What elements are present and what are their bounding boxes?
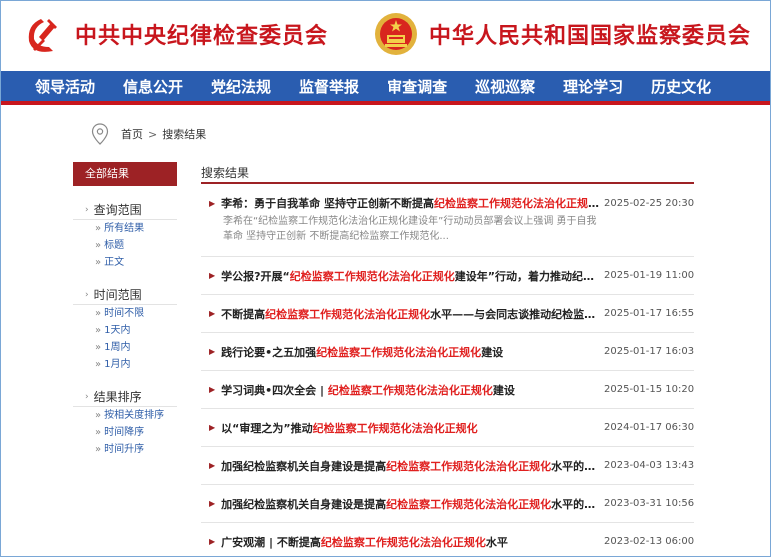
filter-group-scope: › 查询范围 » 所有结果 » 标题 » 正文	[73, 200, 177, 271]
triangle-bullet-icon: ▶	[209, 385, 216, 394]
nav-item-leadership[interactable]: 领导活动	[35, 76, 95, 97]
result-date: 2025-02-25 20:30	[604, 197, 695, 209]
nav-item-history[interactable]: 历史文化	[651, 76, 711, 97]
breadcrumb-home[interactable]: 首页	[121, 126, 143, 142]
breadcrumb: 首页 > 搜索结果	[91, 123, 206, 145]
triangle-bullet-icon: ▶	[209, 198, 216, 208]
filter-option-1-day[interactable]: » 1天内	[73, 322, 177, 339]
nav-item-investigation[interactable]: 审查调查	[387, 76, 447, 97]
ccdi-brand[interactable]: 中共中央纪律检查委员会	[19, 11, 328, 57]
result-item: ▶ 加强纪检监察机关自身建设是提高纪检监察工作规范化法治化正规化水平的内... …	[201, 485, 694, 523]
search-results: 搜索结果 ▶ 李希：勇于自我革命 坚持守正创新不断提高纪检监察工作规范化法治化正…	[201, 162, 695, 556]
nav-item-regulations[interactable]: 党纪法规	[211, 76, 271, 97]
site-header: 中共中央纪律检查委员会 中华人民共和国国家监察委员会	[1, 1, 770, 71]
triangle-bullet-icon: ▶	[209, 347, 216, 356]
nsc-title: 中华人民共和国国家监察委员会	[429, 23, 752, 49]
result-date: 2025-01-15 10:20	[604, 384, 695, 395]
result-date: 2025-01-19 11:00	[604, 270, 695, 281]
result-date: 2023-02-13 06:00	[604, 536, 695, 547]
all-results-tab[interactable]: 全部结果	[73, 162, 177, 186]
result-item: ▶ 学习词典•四次全会 | 纪检监察工作规范化法治化正规化建设 2025-01-…	[201, 371, 694, 409]
result-date: 2023-04-03 13:43	[604, 460, 695, 471]
result-item: ▶ 广安观潮 | 不断提高纪检监察工作规范化法治化正规化水平 2023-02-1…	[201, 523, 695, 556]
result-title[interactable]: 李希：勇于自我革命 坚持守正创新不断提高纪检监察工作规范化法治化正规化...	[221, 195, 604, 211]
filter-group-sort: › 结果排序 » 按相关度排序 » 时间降序 » 时间升序	[73, 387, 177, 458]
result-date: 2024-01-17 06:30	[604, 422, 695, 433]
filter-sidebar: 全部结果 › 查询范围 » 所有结果 » 标题 » 正文 › 时间范围 » 时间不限 » 1天…	[73, 162, 177, 458]
result-title[interactable]: 加强纪检监察机关自身建设是提高纪检监察工作规范化法治化正规化水平的内...	[221, 496, 604, 512]
result-title[interactable]: 学习词典•四次全会 | 纪检监察工作规范化法治化正规化建设	[221, 382, 604, 398]
nsc-brand[interactable]: 中华人民共和国国家监察委员会	[373, 11, 751, 57]
result-snippet: 李希在“纪检监察工作规范化法治化正规化建设年”行动动员部署会议上强调 勇于自我革…	[223, 216, 597, 242]
result-title[interactable]: 以“审理之为”推动纪检监察工作规范化法治化正规化	[221, 420, 604, 436]
breadcrumb-separator: >	[148, 127, 158, 141]
triangle-bullet-icon: ▶	[209, 309, 216, 318]
nav-item-info[interactable]: 信息公开	[123, 76, 183, 97]
nav-item-inspection[interactable]: 巡视巡察	[475, 76, 535, 97]
filter-group-title: › 查询范围	[73, 200, 177, 220]
sort-option-relevance[interactable]: » 按相关度排序	[73, 407, 177, 424]
ccdi-title: 中共中央纪律检查委员会	[75, 23, 329, 49]
nav-item-report[interactable]: 监督举报	[299, 76, 359, 97]
sort-option-time-desc[interactable]: » 时间降序	[73, 424, 177, 441]
sort-option-time-asc[interactable]: » 时间升序	[73, 441, 177, 458]
result-item: ▶ 学公报?开展“纪检监察工作规范化法治化正规化建设年”行动，着力推动纪检...…	[201, 257, 694, 295]
results-header: 搜索结果	[201, 162, 694, 184]
filter-option-title[interactable]: » 标题	[73, 237, 177, 254]
result-title[interactable]: 践行论要•之五加强纪检监察工作规范化法治化正规化建设	[221, 344, 604, 360]
location-pin-icon	[91, 123, 109, 145]
result-item: ▶ 践行论要•之五加强纪检监察工作规范化法治化正规化建设 2025-01-17 …	[201, 333, 694, 371]
breadcrumb-current: 搜索结果	[162, 128, 207, 141]
result-item: ▶ 加强纪检监察机关自身建设是提高纪检监察工作规范化法治化正规化水平的内... …	[201, 447, 694, 485]
result-date: 2025-01-17 16:03	[604, 346, 695, 357]
triangle-bullet-icon: ▶	[209, 461, 216, 470]
filter-option-1-month[interactable]: » 1月内	[73, 356, 177, 373]
result-date: 2023-03-31 10:56	[604, 498, 695, 509]
page-frame: 中共中央纪律检查委员会 中华人民共和国国家监察委员会 领导活动 信息公开 党纪法…	[0, 0, 771, 557]
result-title[interactable]: 加强纪检监察机关自身建设是提高纪检监察工作规范化法治化正规化水平的内...	[221, 458, 604, 474]
party-emblem-icon	[28, 19, 57, 52]
result-item: ▶ 李希：勇于自我革命 坚持守正创新不断提高纪检监察工作规范化法治化正规化...…	[201, 192, 694, 257]
result-item: ▶ 不断提高纪检监察工作规范化法治化正规化水平——与会同志谈推动纪检监察... …	[201, 295, 694, 333]
triangle-bullet-icon: ▶	[209, 423, 216, 432]
filter-group-time: › 时间范围 » 时间不限 » 1天内 » 1周内 » 1月内	[73, 285, 177, 373]
triangle-bullet-icon: ▶	[209, 537, 216, 546]
filter-option-all[interactable]: » 所有结果	[73, 220, 177, 237]
filter-option-1-week[interactable]: » 1周内	[73, 339, 177, 356]
filter-option-body[interactable]: » 正文	[73, 254, 177, 271]
nav-item-theory[interactable]: 理论学习	[563, 76, 623, 97]
result-title[interactable]: 学公报?开展“纪检监察工作规范化法治化正规化建设年”行动，着力推动纪检...	[221, 268, 604, 284]
result-title[interactable]: 不断提高纪检监察工作规范化法治化正规化水平——与会同志谈推动纪检监察...	[221, 306, 604, 322]
chevron-right-icon: ›	[85, 204, 89, 215]
result-title[interactable]: 广安观潮 | 不断提高纪检监察工作规范化法治化正规化水平	[221, 534, 604, 550]
filter-option-any-time[interactable]: » 时间不限	[73, 305, 177, 322]
triangle-bullet-icon: ▶	[209, 271, 216, 280]
main-nav: 领导活动 信息公开 党纪法规 监督举报 审查调查 巡视巡察 理论学习 历史文化	[1, 71, 770, 105]
chevron-right-icon: ›	[85, 289, 89, 300]
filter-group-title: › 结果排序	[73, 387, 177, 407]
triangle-bullet-icon: ▶	[209, 499, 216, 508]
result-date: 2025-01-17 16:55	[604, 308, 695, 319]
national-emblem-icon	[375, 13, 417, 55]
result-item: ▶ 以“审理之为”推动纪检监察工作规范化法治化正规化 2024-01-17 06…	[201, 409, 694, 447]
filter-group-title: › 时间范围	[73, 285, 177, 305]
chevron-right-icon: ›	[85, 391, 89, 402]
